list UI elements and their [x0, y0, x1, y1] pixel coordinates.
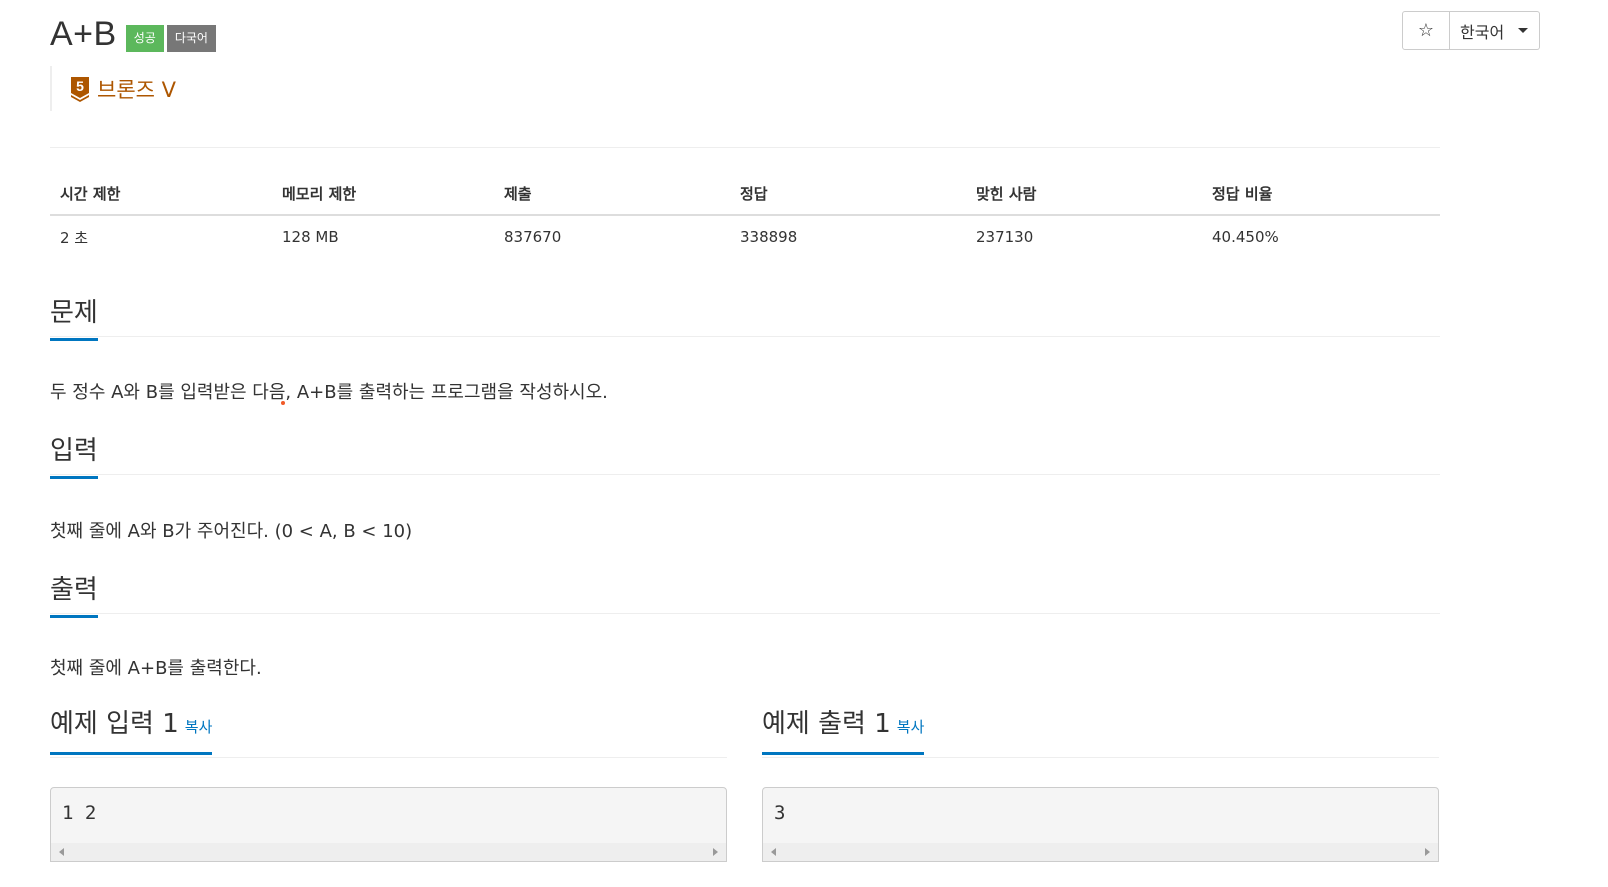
bronze-tier-icon: 5	[70, 76, 90, 102]
description-section-header: 문제	[50, 297, 1440, 341]
copy-sample-input-button[interactable]: 복사	[185, 718, 213, 736]
sample-output-panel: 예제 출력 1 복사 3	[762, 708, 1439, 862]
header-time-limit: 시간 제한	[50, 172, 272, 216]
success-badge: 성공	[125, 25, 164, 52]
stats-header-row: 시간 제한 메모리 제한 제출 정답 맞힌 사람 정답 비율	[50, 172, 1440, 216]
scroll-right-icon[interactable]	[1425, 848, 1430, 856]
scroll-left-icon[interactable]	[771, 848, 776, 856]
problem-stats-table: 시간 제한 메모리 제한 제출 정답 맞힌 사람 정답 비율 2 초 128 M…	[50, 172, 1440, 258]
tier-number: 5	[76, 78, 84, 94]
header-solved-users: 맞힌 사람	[966, 172, 1202, 216]
sample-output-heading: 예제 출력 1 복사	[762, 708, 925, 755]
accept-ratio-value: 40.450%	[1212, 228, 1279, 246]
language-label: 한국어	[1460, 22, 1505, 42]
language-dropdown[interactable]: 한국어	[1450, 11, 1540, 50]
submissions-value: 837670	[504, 228, 562, 246]
multilang-badge: 다국어	[166, 25, 216, 52]
solved-users-value: 237130	[976, 228, 1034, 246]
badge-group: 성공 다국어	[125, 25, 216, 52]
sample-output-title: 예제 출력 1	[762, 709, 891, 739]
output-heading: 출력	[50, 574, 98, 618]
input-heading: 입력	[50, 435, 98, 479]
sample-input-heading: 예제 입력 1 복사	[50, 708, 213, 755]
spellcheck-marker	[281, 401, 285, 405]
time-limit-value: 2 초	[60, 228, 89, 247]
tier-link[interactable]: 5 브론즈 V	[50, 66, 176, 111]
input-section-header: 입력	[50, 435, 1440, 479]
sample-output-content: 3	[774, 802, 786, 824]
header-accept-ratio: 정답 비율	[1202, 172, 1440, 216]
stats-value-row: 2 초 128 MB 837670 338898 237130 40.450%	[50, 215, 1440, 258]
memory-limit-value: 128 MB	[282, 228, 339, 246]
output-section-header: 출력	[50, 574, 1440, 618]
description-heading: 문제	[50, 297, 98, 341]
input-text: 첫째 줄에 A와 B가 주어진다. (0 < A, B < 10)	[50, 521, 413, 542]
scroll-left-icon[interactable]	[59, 848, 64, 856]
sample-input-content: 1 2	[62, 802, 97, 824]
caret-down-icon	[1518, 28, 1529, 33]
tier-label[interactable]: 브론즈 V	[97, 74, 176, 104]
header-accepted: 정답	[730, 172, 966, 216]
accepted-value: 338898	[740, 228, 798, 246]
description-text: 두 정수 A와 B를 입력받은 다음, A+B를 출력하는 프로그램을 작성하시…	[50, 382, 608, 403]
header-submissions: 제출	[494, 172, 730, 216]
scroll-right-icon[interactable]	[713, 848, 718, 856]
copy-sample-output-button[interactable]: 복사	[897, 718, 925, 736]
sample-input-panel: 예제 입력 1 복사 1 2	[50, 708, 727, 862]
top-button-group: ☆ 한국어	[1402, 11, 1540, 50]
horizontal-scrollbar[interactable]	[763, 843, 1438, 861]
sample-input-title: 예제 입력 1	[50, 709, 179, 739]
horizontal-scrollbar[interactable]	[51, 843, 726, 861]
sample-input-box[interactable]: 1 2	[50, 787, 727, 862]
star-button[interactable]: ☆	[1402, 11, 1450, 50]
header-memory-limit: 메모리 제한	[272, 172, 494, 216]
sample-input-header: 예제 입력 1 복사	[50, 708, 727, 758]
problem-title: A+B	[50, 15, 117, 53]
sample-output-header: 예제 출력 1 복사	[762, 708, 1439, 758]
sample-output-box[interactable]: 3	[762, 787, 1439, 862]
divider	[50, 147, 1440, 148]
title-row: A+B 성공 다국어	[50, 14, 216, 54]
output-text: 첫째 줄에 A+B를 출력한다.	[50, 658, 262, 679]
star-icon: ☆	[1417, 20, 1435, 41]
